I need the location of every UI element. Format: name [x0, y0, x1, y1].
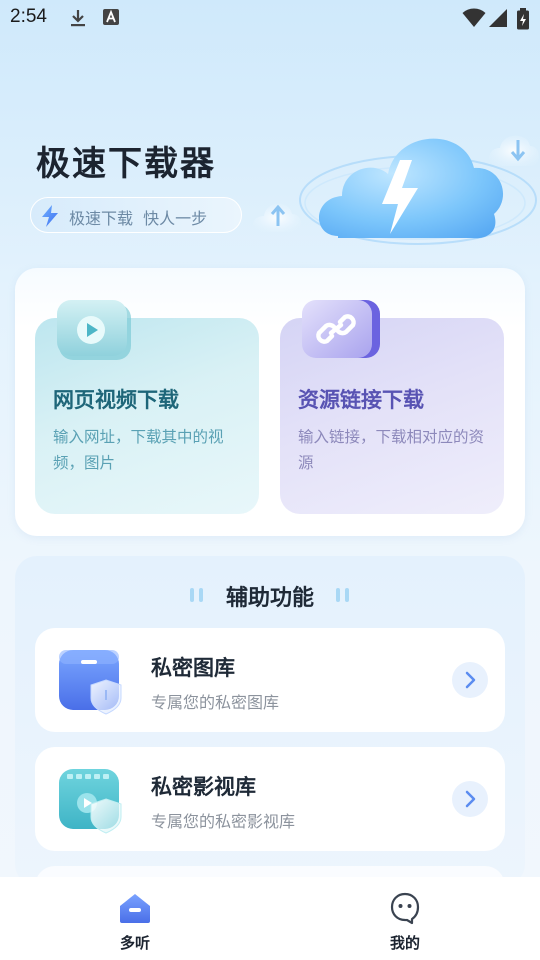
- battery-icon: [516, 8, 530, 34]
- home-icon: [118, 891, 152, 929]
- item-title: 私密图库: [151, 656, 235, 680]
- lightning-icon: [39, 204, 61, 232]
- slogan-pill: 极速下载 快人一步: [30, 197, 242, 233]
- resource-link-download-card[interactable]: 资源链接下载 输入链接，下载相对应的资源: [280, 300, 504, 514]
- title-decoration-icon: [334, 587, 354, 606]
- chevron-right-icon[interactable]: [452, 781, 488, 817]
- slogan-text: 极速下载 快人一步: [69, 209, 208, 228]
- chevron-right-icon[interactable]: [452, 662, 488, 698]
- private-gallery-item[interactable]: 私密图库 专属您的私密图库: [35, 628, 505, 732]
- bottom-navigation: 多听 我的: [0, 877, 540, 960]
- nav-item-home[interactable]: 多听: [85, 889, 185, 955]
- app-title: 极速下载器: [36, 144, 216, 184]
- profile-icon: [388, 891, 422, 929]
- private-gallery-icon: [57, 648, 127, 722]
- feature-title: 网页视频下载: [53, 388, 179, 412]
- item-subtitle: 专属您的私密影视库: [151, 812, 296, 831]
- link-icon: [302, 300, 382, 370]
- video-play-icon: [57, 300, 137, 370]
- feature-title: 资源链接下载: [298, 388, 424, 412]
- feature-description: 输入链接，下载相对应的资源: [298, 428, 485, 472]
- upload-arrow-icon: [252, 203, 301, 232]
- nav-item-label: 我的: [389, 934, 420, 952]
- status-time: 2:54: [10, 6, 47, 27]
- nav-item-label: 多听: [119, 934, 150, 952]
- item-subtitle: 专属您的私密图库: [151, 693, 280, 712]
- a-box-icon: [102, 8, 120, 30]
- private-video-item[interactable]: 私密影视库 专属您的私密影视库: [35, 747, 505, 851]
- web-video-download-card[interactable]: 网页视频下载 输入网址，下载其中的视频，图片: [35, 300, 259, 514]
- status-bar: 2:54: [0, 0, 540, 36]
- private-video-icon: [57, 767, 127, 841]
- item-title: 私密影视库: [151, 775, 256, 799]
- wifi-icon: [462, 8, 486, 32]
- signal-icon: [488, 8, 508, 32]
- nav-item-profile[interactable]: 我的: [355, 889, 455, 955]
- cloud-lightning-icon: [250, 108, 540, 272]
- feature-description: 输入网址，下载其中的视频，图片: [53, 428, 224, 472]
- aux-section-title: 辅助功能: [225, 586, 314, 611]
- download-arrow-icon: [489, 135, 539, 166]
- download-icon: [68, 8, 88, 32]
